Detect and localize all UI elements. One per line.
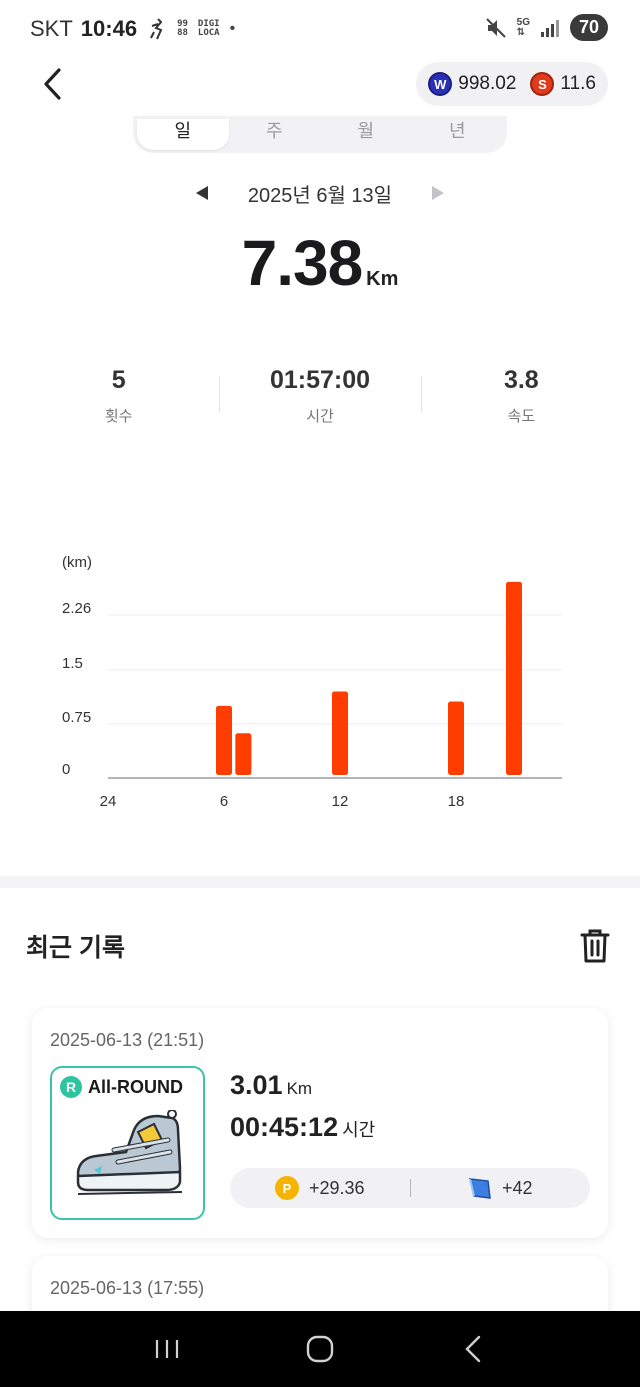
carrier-label: SKT <box>30 16 73 41</box>
stat-time-label: 시간 <box>306 408 334 425</box>
tile-reward: +42 <box>411 1176 591 1200</box>
shoe-name: All-ROUND <box>88 1076 183 1097</box>
reward-pill: P +29.36 +42 <box>230 1168 590 1208</box>
stat-time-value: 01:57:00 <box>269 366 371 394</box>
trash-icon <box>580 929 610 963</box>
runner-icon <box>150 18 163 40</box>
app-icon-bottom: 88 <box>177 28 188 38</box>
next-date-icon[interactable] <box>432 186 445 200</box>
chart-bar <box>506 581 522 775</box>
y-tick-label: 2.26 <box>62 600 91 617</box>
record-duration-unit: 시간 <box>342 1120 376 1140</box>
rarity-badge: R <box>60 1076 82 1098</box>
record-date: 2025-06-13 (21:51) <box>50 1030 205 1050</box>
home-icon <box>306 1335 334 1363</box>
w-token-value: 998.02 <box>458 73 517 94</box>
hourly-distance-chart: (km) 0 0.75 1.5 2.26 24 6 12 18 <box>62 554 562 810</box>
network-label: 5G <box>516 16 530 28</box>
record-duration: 00:45:12 시간 <box>230 1112 375 1143</box>
stat-speed-value: 3.8 <box>503 366 539 394</box>
tab-month[interactable]: 월 <box>320 119 412 150</box>
prev-date-icon[interactable] <box>195 186 208 200</box>
status-bar: SKT 10:46 99 88 DIGI LOCA • 5G ⇅ 70 <box>0 0 640 58</box>
y-tick-label: 0.75 <box>62 709 91 726</box>
distance-unit: Km <box>366 268 399 290</box>
map-tile-icon <box>468 1178 491 1199</box>
back-button[interactable] <box>34 62 70 106</box>
record-date: 2025-06-13 (17:55) <box>50 1278 205 1298</box>
w-token-balance: W 998.02 <box>428 72 516 96</box>
s-token-balance: S 11.6 <box>530 72 596 96</box>
record-duration-value: 00:45:12 <box>230 1112 339 1142</box>
distance-value: 7.38 <box>241 227 364 299</box>
date-navigator: 2025년 6월 13일 <box>0 176 640 210</box>
tile-reward-value: +42 <box>501 1177 533 1198</box>
stat-speed: 3.8 속도 <box>420 366 622 426</box>
record-card[interactable]: 2025-06-13 (21:51) R All-ROUND 3.01 Km 00… <box>32 1008 608 1238</box>
chevron-left-icon <box>44 68 61 100</box>
point-coin-icon: P <box>274 1176 299 1200</box>
back-icon <box>465 1335 481 1363</box>
x-tick-label: 24 <box>100 793 117 810</box>
balance-pill[interactable]: W 998.02 S 11.6 <box>416 62 608 106</box>
x-tick-label: 6 <box>220 793 228 810</box>
signal-icon <box>541 19 559 37</box>
y-tick-label: 1.5 <box>62 655 83 672</box>
point-reward-value: +29.36 <box>308 1177 365 1198</box>
recent-apps-icon <box>155 1340 178 1358</box>
delete-button[interactable] <box>580 928 610 964</box>
s-token-value: 11.6 <box>560 73 596 94</box>
tab-day[interactable]: 일 <box>137 119 229 150</box>
sneaker-image <box>76 1110 183 1195</box>
record-distance: 3.01 Km <box>230 1070 312 1101</box>
y-axis-unit: (km) <box>62 554 92 571</box>
system-icons: 5G ⇅ 70 <box>485 14 608 41</box>
total-distance: 7.38 Km <box>0 226 640 300</box>
record-distance-unit: Km <box>286 1079 313 1098</box>
system-nav-bar <box>0 1311 640 1387</box>
loca-label: LOCA <box>197 28 220 38</box>
battery-indicator: 70 <box>570 14 608 41</box>
tab-year[interactable]: 년 <box>412 119 504 150</box>
record-distance-value: 3.01 <box>230 1070 283 1100</box>
chart-bar <box>216 705 232 775</box>
chart-bar <box>448 701 464 775</box>
chart-bar <box>235 733 252 775</box>
point-reward: P +29.36 <box>230 1176 410 1200</box>
recent-records-title: 최근 기록 <box>26 934 125 962</box>
tab-week[interactable]: 주 <box>229 119 321 150</box>
x-tick-label: 12 <box>332 793 349 810</box>
period-tabs: 일 주 월 년 <box>133 116 507 153</box>
clock: 10:46 <box>80 16 138 41</box>
stat-count: 5 횟수 <box>18 366 219 426</box>
chart-bar <box>332 691 348 775</box>
s-token-icon: S <box>530 72 555 96</box>
shoe-tag: R All-ROUND <box>60 1076 183 1098</box>
network-5g-icon: 5G ⇅ <box>516 16 530 38</box>
shoe-card[interactable]: R All-ROUND <box>50 1066 205 1220</box>
date-label: 2025년 6월 13일 <box>247 184 393 207</box>
mute-icon <box>485 17 506 38</box>
stat-count-label: 횟수 <box>104 408 133 425</box>
stats-row: 5 횟수 01:57:00 시간 3.8 속도 <box>18 366 622 426</box>
stat-time: 01:57:00 시간 <box>219 366 420 426</box>
stat-speed-label: 속도 <box>507 408 536 425</box>
w-token-icon: W <box>428 72 453 96</box>
system-back-button[interactable] <box>448 1324 498 1374</box>
more-dot: • <box>229 20 236 37</box>
home-button[interactable] <box>295 1324 345 1374</box>
app-icon: 99 88 <box>177 20 188 38</box>
notification-icons: 99 88 DIGI LOCA • <box>149 18 235 40</box>
section-divider <box>0 876 640 888</box>
recent-apps-button[interactable] <box>142 1324 192 1374</box>
digi-loca-icon: DIGI LOCA <box>198 20 220 38</box>
stat-count-value: 5 <box>111 366 126 394</box>
y-tick-label: 0 <box>62 761 70 778</box>
x-tick-label: 18 <box>448 793 465 810</box>
